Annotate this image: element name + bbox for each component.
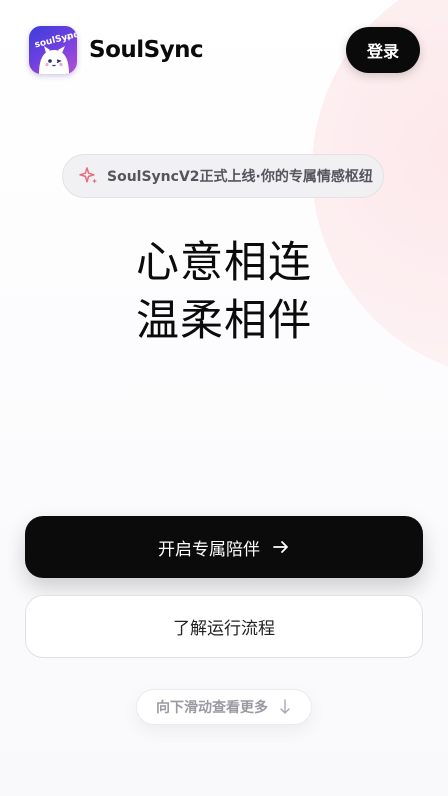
scroll-hint-pill[interactable]: 向下滑动查看更多 (136, 689, 312, 725)
arrow-down-icon (280, 699, 290, 714)
hero-line-2: 温柔相伴 (136, 296, 312, 346)
sparkle-icon (79, 167, 97, 184)
learn-process-button[interactable]: 了解运行流程 (25, 595, 423, 658)
app-logo[interactable]: soulSync (29, 26, 77, 74)
start-companion-label: 开启专属陪伴 (158, 539, 260, 560)
logo-mascot-icon: soulSync (34, 30, 77, 74)
hero-line-1: 心意相连 (136, 238, 312, 288)
announcement-pill[interactable]: SoulSyncV2正式上线·你的专属情感枢纽 (62, 154, 384, 198)
landing-page: soulSync SoulSync 登录 SoulSyncV2正式上线·你的专属… (0, 0, 448, 796)
start-companion-button[interactable]: 开启专属陪伴 (25, 516, 423, 578)
scroll-hint-text: 向下滑动查看更多 (156, 700, 268, 716)
top-header: soulSync SoulSync 登录 (0, 0, 448, 100)
brand-name: SoulSync (89, 37, 204, 63)
login-button[interactable]: 登录 (346, 27, 420, 73)
arrow-right-icon (273, 541, 288, 553)
hero-heading: 心意相连 温柔相伴 (0, 234, 448, 350)
announcement-text: SoulSyncV2正式上线·你的专属情感枢纽 (107, 169, 373, 185)
logo-text: soulSync (34, 30, 77, 51)
